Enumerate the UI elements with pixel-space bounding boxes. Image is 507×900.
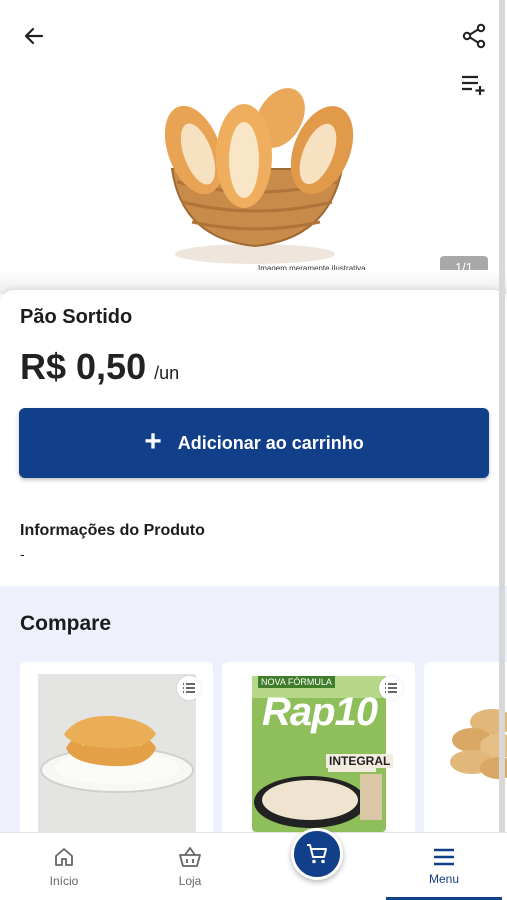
- product-name: Pão Sortido: [20, 306, 133, 328]
- price-row: R$ 0,50 /un: [20, 346, 179, 388]
- nav-store-label: Loja: [178, 874, 202, 888]
- compare-section: Compare NOVA FÓRMULA Rap10 INTEGRAL: [0, 586, 507, 862]
- product-info-value: -: [20, 546, 25, 562]
- plus-icon: +: [144, 424, 162, 458]
- product-thumbnail: [38, 674, 196, 834]
- nav-home-label: Início: [49, 874, 79, 888]
- product-details: Pão Sortido R$ 0,50 /un + Adicionar ao c…: [0, 290, 507, 590]
- playlist-add-icon: [462, 75, 485, 95]
- home-icon: [55, 848, 73, 866]
- cart-button[interactable]: [291, 828, 343, 880]
- nav-store[interactable]: Loja: [130, 833, 250, 900]
- product-price: R$ 0,50: [20, 346, 147, 387]
- add-to-list-button[interactable]: [456, 66, 492, 102]
- product-image: [132, 74, 378, 278]
- product-info-title: Informações do Produto: [20, 522, 205, 539]
- add-to-cart-label: Adicionar ao carrinho: [177, 432, 364, 453]
- package-brand: Rap10: [262, 690, 378, 734]
- bottom-navigation: Início Loja Menu: [0, 832, 507, 900]
- nav-home[interactable]: Início: [4, 833, 124, 900]
- list-icon[interactable]: [379, 676, 403, 700]
- product-thumbnail: [450, 709, 507, 779]
- cart-icon: [307, 844, 327, 864]
- package-variant: INTEGRAL: [326, 754, 394, 768]
- arrow-left-icon: [24, 27, 44, 45]
- list-icon[interactable]: [177, 676, 201, 700]
- nav-menu-label: Menu: [428, 872, 460, 886]
- package-tag: NOVA FÓRMULA: [258, 676, 335, 688]
- menu-icon: [434, 848, 454, 866]
- basket-icon: [179, 846, 201, 867]
- nav-menu[interactable]: Menu: [384, 833, 504, 900]
- scrollbar[interactable]: [499, 0, 505, 900]
- share-icon: [462, 23, 486, 49]
- share-button[interactable]: [456, 18, 492, 54]
- back-button[interactable]: [16, 18, 52, 54]
- top-bar: [0, 0, 507, 95]
- price-unit: /un: [154, 363, 180, 383]
- add-to-cart-button[interactable]: + Adicionar ao carrinho: [19, 408, 489, 478]
- compare-title: Compare: [20, 612, 112, 635]
